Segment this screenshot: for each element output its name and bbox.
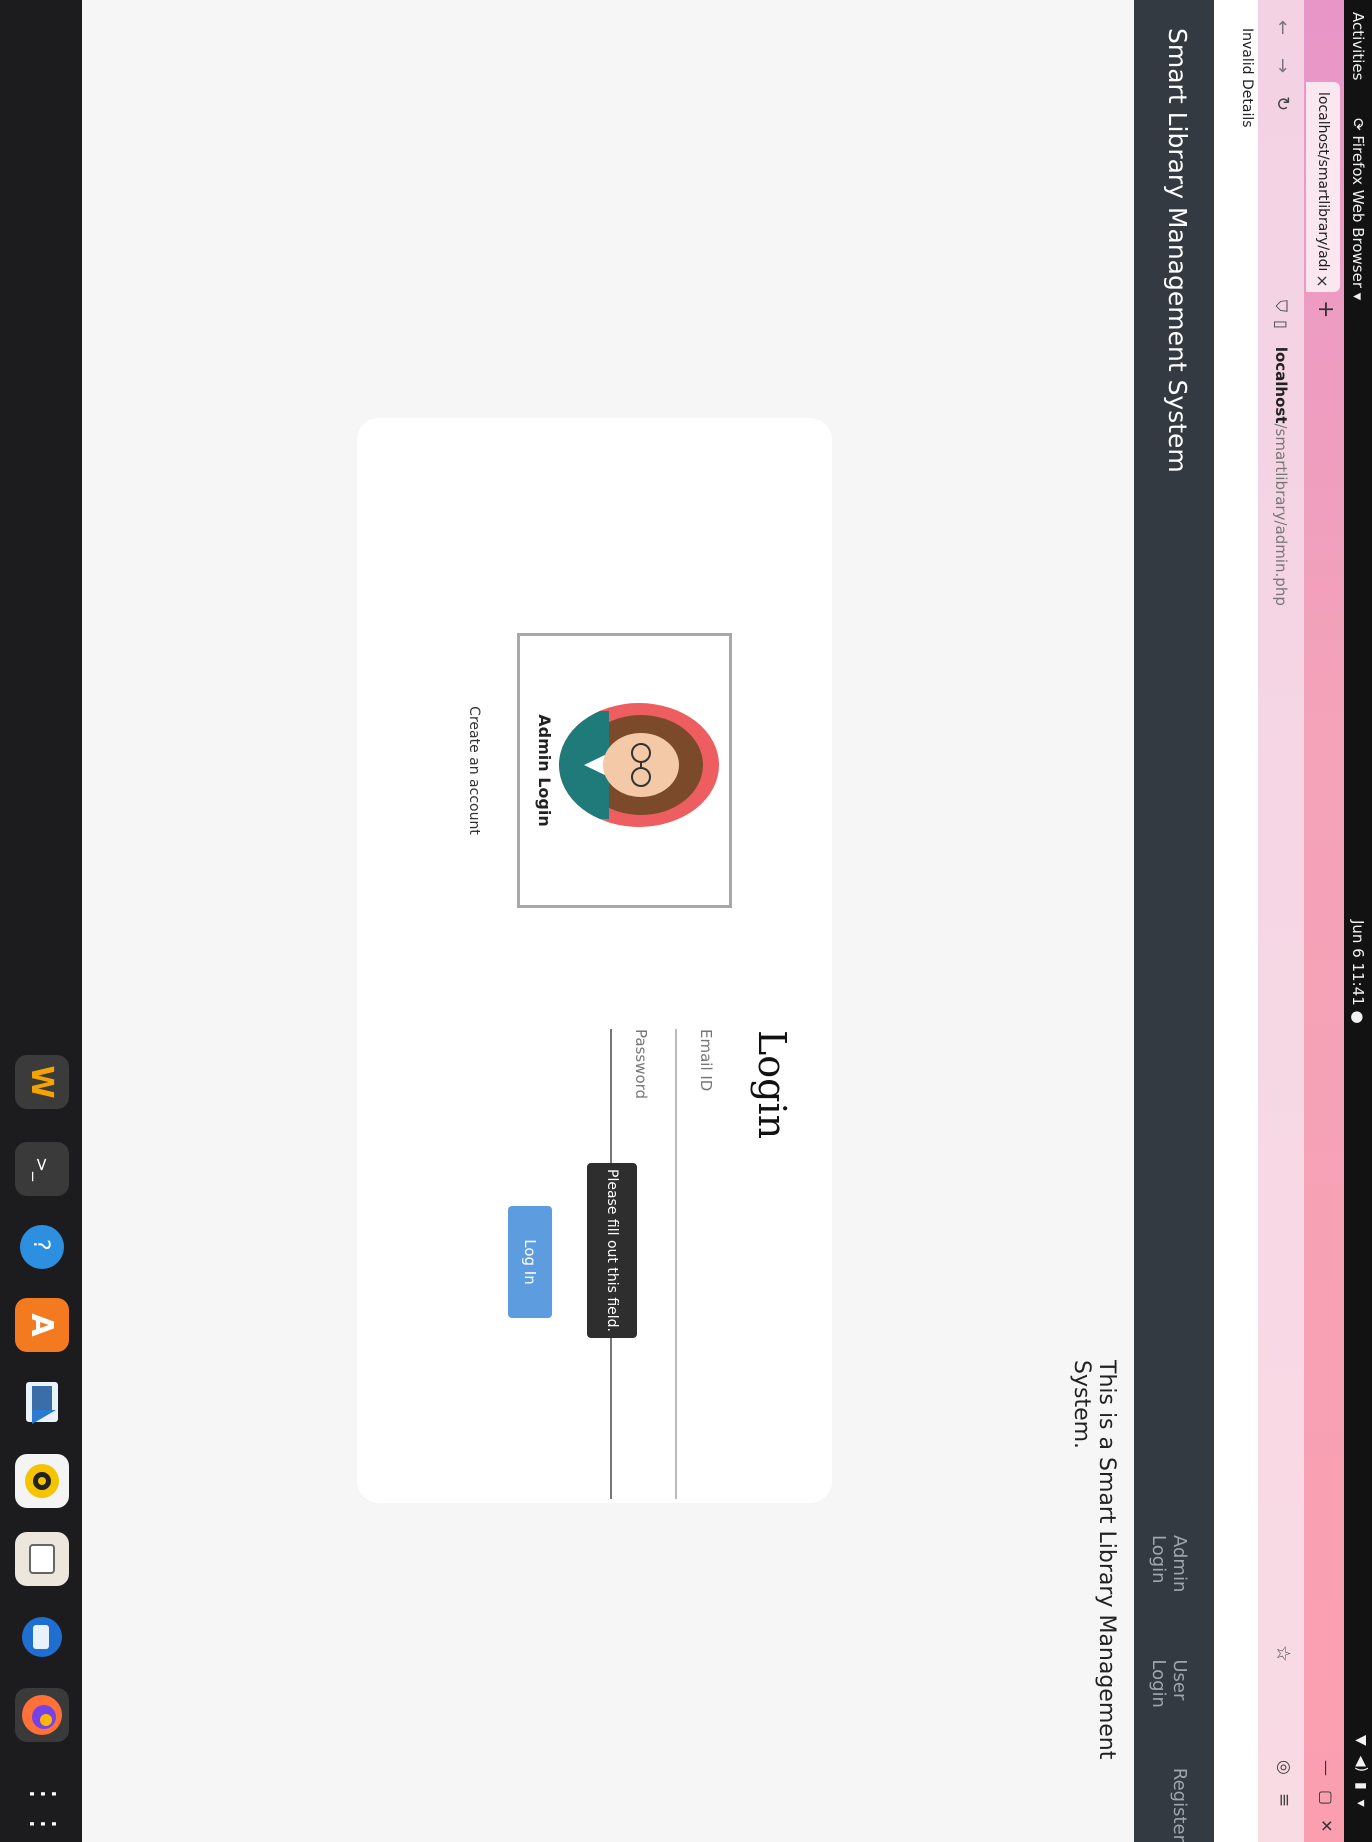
thunderbird-icon[interactable] xyxy=(15,1610,69,1664)
dock: A ? >_ W ⋮⋮⋮ xyxy=(0,0,82,1842)
store-glyph: W xyxy=(24,1065,60,1099)
terminal-icon[interactable]: >_ xyxy=(15,1142,69,1196)
help-icon[interactable]: ? xyxy=(15,1220,69,1274)
url-host: localhost xyxy=(1272,346,1290,424)
bookmark-star-icon[interactable]: ☆ xyxy=(1272,1645,1294,1662)
validation-tooltip: Please fill out this field. xyxy=(587,1163,637,1338)
app-menu[interactable]: ⟳ Firefox Web Browser ▾ xyxy=(1349,118,1367,300)
help-logo: ? xyxy=(20,1225,64,1269)
log-in-button[interactable]: Log In xyxy=(508,1206,552,1318)
forward-button[interactable]: → xyxy=(1272,58,1293,73)
tab-strip: localhost/smartlibrary/admi × + — ▢ ✕ xyxy=(1304,0,1344,1842)
close-window-icon[interactable]: ✕ xyxy=(1317,1819,1336,1832)
video-icon[interactable] xyxy=(15,1376,69,1430)
files-icon[interactable] xyxy=(15,1532,69,1586)
admin-avatar-illustration xyxy=(559,711,703,819)
site-navbar: Smart Library Management System Admin Lo… xyxy=(1134,0,1214,1842)
admin-image-frame: Admin Login xyxy=(517,633,732,908)
url-path: /smartlibrary/admin.php xyxy=(1272,423,1290,606)
activities-button[interactable]: Activities xyxy=(1349,12,1367,80)
chevron-down-icon: ▾ xyxy=(1353,1799,1369,1807)
app-name-label: Firefox Web Browser xyxy=(1349,135,1367,289)
system-tray[interactable]: ▼ ◀) ▮ ▾ xyxy=(1353,1735,1369,1807)
back-button[interactable]: ← xyxy=(1272,20,1293,35)
clock[interactable]: Jun 6 11:41 ● xyxy=(1349,920,1367,1024)
firefox-icon[interactable] xyxy=(15,1688,69,1742)
minimize-icon[interactable]: — xyxy=(1317,1760,1336,1776)
screen: Activities ⟳ Firefox Web Browser ▾ Jun 6… xyxy=(0,0,1372,1842)
rhythmbox-logo xyxy=(25,1464,59,1498)
menu-icon[interactable]: ≡ xyxy=(1274,1793,1294,1807)
email-label: Email ID xyxy=(697,1029,715,1092)
reload-button[interactable]: ↻ xyxy=(1272,96,1293,111)
store-icon[interactable]: W xyxy=(15,1055,69,1109)
battery-icon: ▮ xyxy=(1353,1782,1369,1790)
url-bar[interactable]: ⛉▯ localhost/smartlibrary/admin.php xyxy=(1264,300,1298,1670)
login-heading: Login xyxy=(750,1030,794,1140)
close-tab-icon[interactable]: × xyxy=(1314,270,1333,292)
tab-title: localhost/smartlibrary/admi xyxy=(1315,92,1331,270)
volume-icon: ◀) xyxy=(1353,1755,1369,1773)
email-field[interactable]: Email ID xyxy=(675,1029,737,1499)
pocket-icon[interactable]: ◎ xyxy=(1274,1760,1294,1775)
software-center-glyph: A xyxy=(24,1313,60,1337)
nav-user-login[interactable]: User Login xyxy=(1148,1659,1190,1752)
terminal-glyph: >_ xyxy=(31,1156,53,1182)
nav-register[interactable]: Register xyxy=(1148,1768,1190,1842)
clock-label: Jun 6 11:41 xyxy=(1349,920,1367,1006)
show-apps-icon[interactable]: ⋮⋮⋮ xyxy=(25,1778,63,1842)
network-icon: ▼ xyxy=(1353,1735,1369,1746)
invalid-details-message: Invalid Details xyxy=(1214,0,1258,1842)
browser-tab[interactable]: localhost/smartlibrary/admi × xyxy=(1306,82,1340,292)
site-brand[interactable]: Smart Library Management System xyxy=(1163,28,1192,473)
thunderbird-logo xyxy=(22,1617,62,1657)
software-center-icon[interactable]: A xyxy=(15,1298,69,1352)
window-controls: — ▢ ✕ xyxy=(1317,1760,1336,1833)
site-tagline: This is a Smart Library Management Syste… xyxy=(1069,1360,1119,1760)
video-logo xyxy=(26,1382,58,1424)
nav-admin-login[interactable]: Admin Login xyxy=(1148,1535,1190,1643)
create-account-link[interactable]: Create an account xyxy=(466,633,482,908)
login-card: Admin Login Create an account Login Emai… xyxy=(357,418,832,1503)
admin-avatar xyxy=(559,703,719,827)
system-top-bar: Activities ⟳ Firefox Web Browser ▾ Jun 6… xyxy=(1344,0,1372,1842)
svg-text:?: ? xyxy=(28,1239,53,1251)
rhythmbox-icon[interactable] xyxy=(15,1454,69,1508)
navigation-toolbar: ← → ↻ ⛉▯ localhost/smartlibrary/admin.ph… xyxy=(1258,0,1304,1842)
password-label: Password xyxy=(632,1029,650,1100)
firefox-logo xyxy=(22,1695,62,1735)
page-info-icon[interactable]: ⛉▯ xyxy=(1271,300,1291,337)
maximize-icon[interactable]: ▢ xyxy=(1317,1790,1336,1805)
new-tab-button[interactable]: + xyxy=(1313,300,1338,318)
files-logo xyxy=(29,1544,55,1574)
toolbar-right: ◎ ≡ xyxy=(1274,1760,1294,1807)
site-nav-links: Admin Login User Login Register xyxy=(1148,1535,1190,1842)
admin-login-caption: Admin Login xyxy=(535,714,554,827)
